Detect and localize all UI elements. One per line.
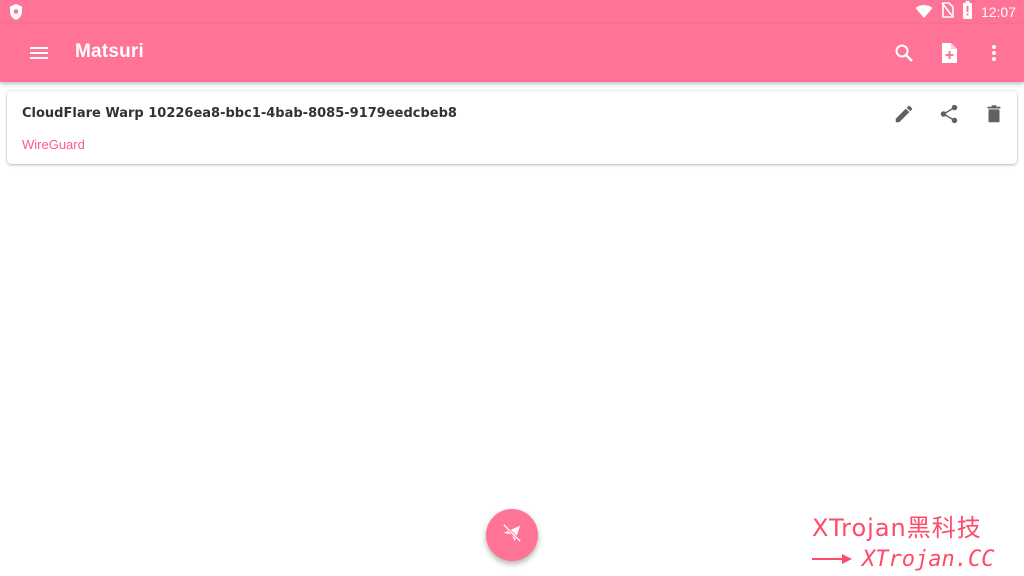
arrow-icon [812,547,854,572]
delete-icon[interactable] [983,103,1005,125]
profile-type: WireGuard [22,137,85,152]
paper-plane-off-icon [501,522,523,548]
status-bar: 12:07 [0,0,1024,24]
profile-name: CloudFlare Warp 10226ea8-bbc1-4bab-8085-… [22,106,457,121]
app-toolbar: Matsuri [0,24,1024,82]
battery-icon [962,1,973,23]
add-file-icon[interactable] [937,41,961,65]
shield-icon [8,3,24,25]
search-icon[interactable] [892,41,916,65]
more-vert-icon[interactable] [982,41,1006,65]
profile-card[interactable]: CloudFlare Warp 10226ea8-bbc1-4bab-8085-… [7,91,1017,164]
watermark-line1: XTrojan黑科技 [812,514,982,542]
edit-icon[interactable] [893,103,915,125]
watermark-line2-row: XTrojan.CC [812,547,994,572]
watermark-line2: XTrojan.CC [862,547,995,572]
menu-icon[interactable] [27,41,51,65]
app-title: Matsuri [75,41,144,62]
status-time: 12:07 [980,4,1016,20]
share-icon[interactable] [938,103,960,125]
wifi-icon [915,3,933,22]
watermark: XTrojan黑科技 XTrojan.CC [812,508,994,572]
connect-fab[interactable] [486,509,538,561]
no-sim-icon [941,2,954,22]
